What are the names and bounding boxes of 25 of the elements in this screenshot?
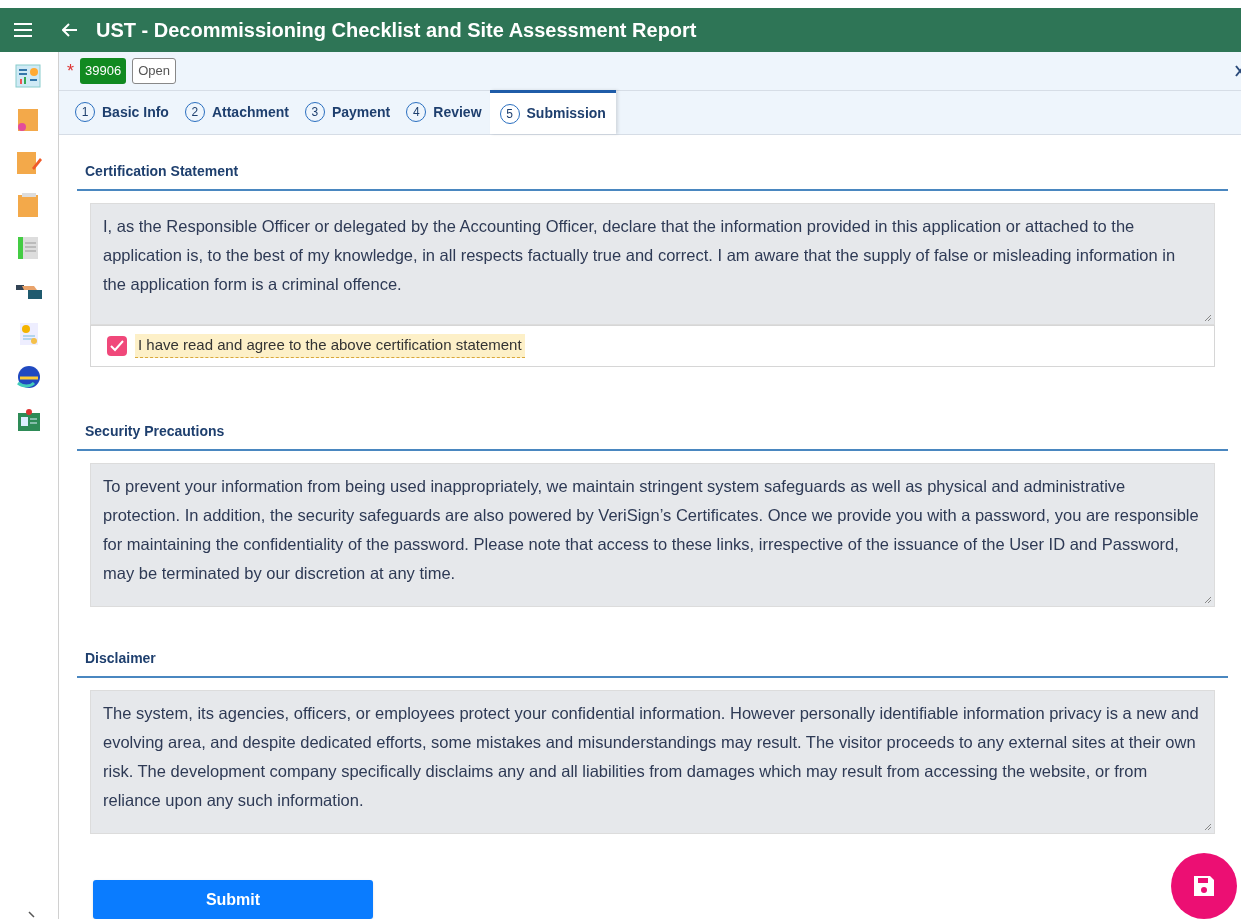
step-tab[interactable]: 3 Payment xyxy=(296,90,399,134)
record-number: 39906 xyxy=(80,58,127,84)
resize-grip-icon xyxy=(1204,823,1212,831)
step-tab[interactable]: 1 Basic Info xyxy=(67,90,177,134)
step-tab[interactable]: 5 Submission xyxy=(489,90,616,134)
menu-icon[interactable] xyxy=(14,22,32,38)
step-tab[interactable]: 4 Review xyxy=(398,90,490,134)
resize-grip-icon xyxy=(1204,596,1212,604)
section-title: Disclaimer xyxy=(85,650,156,666)
agreement-label: I have read and agree to the above certification statement xyxy=(135,334,525,358)
required-mark: * xyxy=(67,62,74,80)
chart-icon[interactable] xyxy=(14,62,44,90)
submit-button[interactable]: Submit xyxy=(93,880,373,919)
page-title: UST - Decommissioning Checklist and Site Assessment Report xyxy=(96,18,697,43)
statement-text-area: The system, its agencies, officers, or employees protect your confidential information. However personally identifiable information privacy is a new and evolving area, and despite dedicated efforts, some mistakes and misunderstandings may result. The visitor proceeds to any external sites at their own risk. The development company specifically disclaims any and all liabilities from damages which may result from accessing the website, or from reliance upon any such information. xyxy=(90,690,1215,834)
resize-grip-icon xyxy=(1204,314,1212,322)
back-arrow-icon[interactable] xyxy=(62,23,78,37)
agreement-checkbox[interactable] xyxy=(107,336,127,356)
status-label: Open xyxy=(132,58,176,84)
step-tab[interactable]: 2 Attachment xyxy=(176,90,297,134)
statement-text-area: To prevent your information from being used inappropriately, we maintain stringent system safeguards as well as physical and administrative protection. In addition, the security safeguards are also powered by VeriSign’s Certificates. Once we provide you with a password, you are responsible for maintaining the confidentiality of the password. Please note that access to these links, irrespective of the issuance of the User ID and Password, may be terminated by our discretion at any time. xyxy=(90,463,1215,607)
statement-text-area: I, as the Responsible Officer or delegated by the Accounting Officer, declare that the information provided in this application or attached to the application is, to the best of my knowledge, in all respects factually true and correct. I am aware that the supply of false or misleading information in the application form is a criminal offence. xyxy=(90,203,1215,325)
section-title: Security Precautions xyxy=(85,423,225,439)
chevron-right-icon[interactable] xyxy=(28,911,36,919)
section-title: Certification Statement xyxy=(85,163,239,179)
